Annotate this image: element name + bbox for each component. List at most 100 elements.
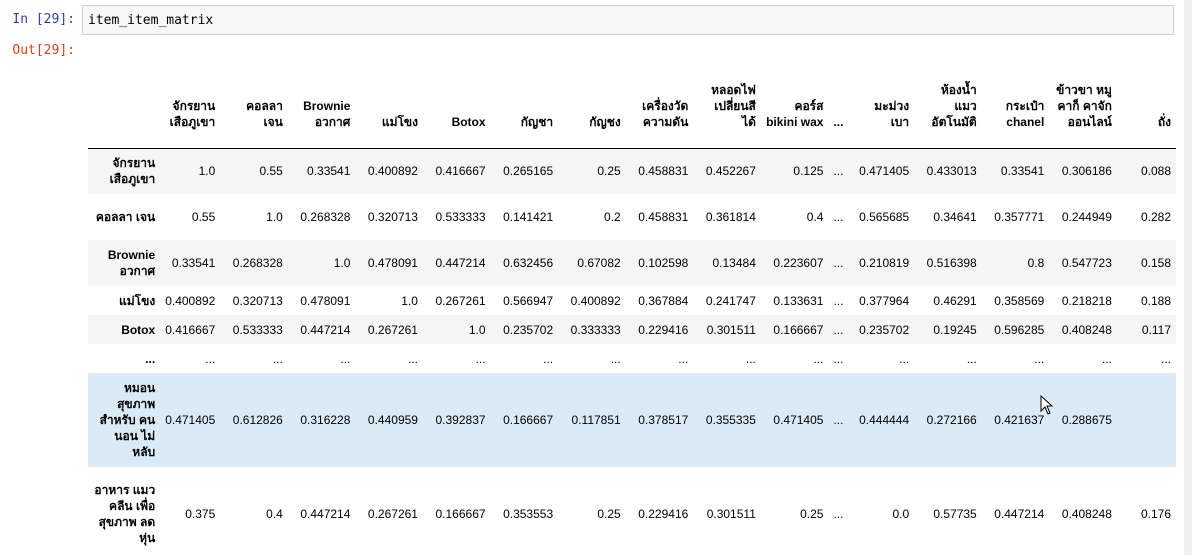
table-cell: 0.566947 [503,293,554,308]
table-cell: 0.25 [597,507,621,521]
table-cell: ... [833,322,844,337]
table-cell: 0.229416 [638,507,689,521]
table-cell: 0.33541 [171,256,216,270]
table-cell: 0.433013 [926,164,977,179]
table-cell: 0.166667 [435,507,486,521]
table-cell: 0.4 [806,210,824,224]
table-cell: 0.392837 [435,413,486,427]
table-cell: 0.533333 [435,210,486,224]
table-cell: 1.0 [266,210,283,224]
table-cell: 0.358569 [994,293,1045,308]
table-cell: 0.133631 [773,293,824,308]
table-cell: 0.268328 [232,256,283,270]
table-row: คอลลา เจน 0.55 1.0 0.268328 0.320713 0.533333… [88,194,1176,240]
table-cell: ... [678,351,689,366]
table-cell: 0.282 [1140,210,1171,224]
column-header: กระเป๋า chanel [981,64,1050,149]
column-header: ถั่ง [1116,64,1176,149]
table-row: ........................................… [88,344,1176,373]
table-cell: 0.375 [185,507,216,521]
table-cell: 0.612826 [232,413,283,427]
input-prompt: In [29]: [12,12,75,27]
table-cell: ... [1034,351,1045,366]
table-cell: 0.565685 [859,210,910,224]
table-cell: 0.320713 [232,293,283,308]
table-row: อาหาร แมวคลีน เพื่อ สุขภาพ ลดหุ่น 0.375 0.… [88,467,1176,555]
table-cell: 0.596285 [994,322,1045,337]
table-cell: 0.447214 [300,507,351,521]
column-header: หลอดไฟ เปลี่ยนสี ได้ [693,64,761,149]
column-header: ข้าวขา หมูคาก็ คาจัก ออนไลน์ [1049,64,1117,149]
index-header [88,64,161,149]
table-cell: 0.547723 [1061,256,1112,270]
table-row: Botox 0.416667 0.533333 0.447214 0.267261 1.0… [88,315,1176,344]
column-header: Brownie อวกาศ [287,64,356,149]
row-index-label: หมอน สุขภาพ สำหรับ คนนอน ไม่หลับ [99,381,156,459]
table-cell: 0.478091 [300,293,351,308]
table-cell: 0.265165 [503,164,554,179]
page-scrollbar[interactable] [1184,0,1192,555]
table-cell: ... [407,351,418,366]
column-header: เครื่องวัด ความดัน [625,64,694,149]
table-cell: 0.306186 [1061,164,1112,179]
row-index-label: แม่โขง [119,293,156,308]
table-cell: 0.8 [1027,256,1045,270]
table-row: จักรยาน เสือภูเขา 1.0 0.55 0.33541 0.400892 0… [88,148,1176,194]
table-cell: 0.320713 [367,210,418,224]
column-header: Botox [422,64,491,149]
table-cell: 0.378517 [638,413,689,427]
table-cell: 0.632456 [503,256,554,270]
table-cell: 0.355335 [705,413,756,427]
table-cell: 0.158 [1140,256,1171,270]
row-index-label: Brownie อวกาศ [107,248,156,278]
table-cell: 0.088 [1140,164,1171,179]
table-cell: 0.13484 [712,256,756,270]
table-cell: ... [745,351,756,366]
table-cell: 0.400892 [570,293,621,308]
table-row: แม่โขง 0.400892 0.320713 0.478091 1.0 0.26726… [88,286,1176,315]
table-cell: 0.471405 [859,164,910,179]
table-cell: 0.267261 [435,293,486,308]
output-prompt: Out[29]: [12,43,75,58]
table-cell: ... [966,351,977,366]
table-cell: 0.268328 [300,210,351,224]
table-cell: 0.210819 [859,256,910,270]
table-cell: 0.452267 [705,164,756,179]
table-cell: ... [1101,351,1112,366]
table-cell: 0.25 [597,164,621,179]
table-cell: ... [813,351,824,366]
table-cell: 0.400892 [367,164,418,179]
table-cell: 0.57735 [933,507,977,521]
column-header: แม่โขง [355,64,423,149]
table-cell: 0.166667 [503,413,554,427]
table-cell: ... [340,351,351,366]
table-cell: ... [833,256,844,270]
table-cell: 0.361814 [705,210,756,224]
table-cell: 0.188 [1140,293,1171,308]
table-cell: ... [272,351,283,366]
mouse-cursor-icon [1040,395,1054,415]
table-cell: 0.33541 [1000,164,1045,179]
dataframe-output: จักรยาน เสือภูเขา คอลลา เจน Brownie อวกาศแ… [88,64,1176,555]
table-cell: 1.0 [198,164,216,179]
table-cell: 0.33541 [307,164,351,179]
table-cell: 0.353553 [503,507,554,521]
table-cell: 0.125 [793,164,824,179]
row-index-label: Botox [121,322,156,337]
table-cell: 0.416667 [165,322,216,337]
table-cell: 0.176 [1140,507,1171,521]
table-cell: 0.102598 [638,256,689,270]
table-cell: 0.440959 [367,413,418,427]
code-cell[interactable]: item_item_matrix [82,5,1174,35]
table-cell: ... [475,351,486,366]
table-cell: 0.478091 [367,256,418,270]
table-cell: 0.301511 [706,322,756,337]
table-cell: 0.67082 [577,256,621,270]
table-cell: 0.4 [266,507,283,521]
table-cell: 0.229416 [638,322,689,337]
table-cell: 0.267261 [367,322,418,337]
table-cell: 0.272166 [926,413,977,427]
table-cell: ... [205,351,216,366]
table-cell: 0.400892 [165,293,216,308]
table-cell: 0.55 [259,164,283,179]
